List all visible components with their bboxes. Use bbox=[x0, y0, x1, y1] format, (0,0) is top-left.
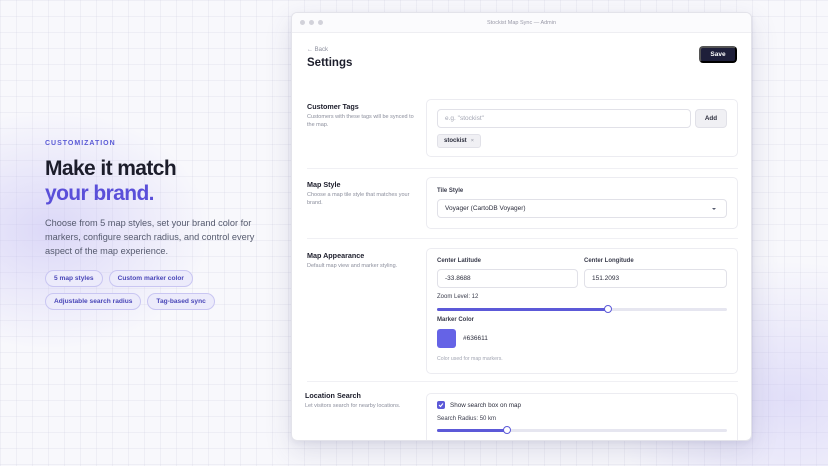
hero-section: CUSTOMIZATION Make it match your brand. … bbox=[45, 140, 265, 310]
page-title: Settings bbox=[307, 57, 353, 69]
slider-thumb[interactable] bbox=[502, 426, 511, 434]
tag-input[interactable]: e.g. "stockist" bbox=[437, 109, 691, 128]
zoom-level-label: Zoom Level: 12 bbox=[437, 294, 479, 300]
window-minimize-dot[interactable] bbox=[309, 20, 314, 25]
section-label: Map Style bbox=[307, 180, 341, 189]
customer-tags-card: e.g. "stockist" Add stockist × bbox=[426, 99, 738, 157]
marker-color-swatch[interactable] bbox=[437, 329, 456, 348]
map-style-card: Tile Style Voyager (CartoDB Voyager) bbox=[426, 177, 738, 229]
lead-paragraph: Choose from 5 map styles, set your brand… bbox=[45, 218, 255, 256]
show-search-label: Show search box on map bbox=[450, 402, 522, 409]
slider-fill bbox=[437, 429, 507, 432]
center-longitude-label: Center Longitude bbox=[584, 258, 634, 264]
location-search-card: Show search box on map Search Radius: 50… bbox=[426, 393, 738, 440]
marker-color-hint: Color used for map markers. bbox=[437, 356, 503, 362]
window-title: Stockist Map Sync — Admin bbox=[486, 19, 557, 26]
add-tag-button[interactable]: Add bbox=[695, 109, 727, 128]
window-close-dot[interactable] bbox=[300, 20, 305, 25]
section-divider bbox=[307, 238, 738, 239]
tile-style-value: Voyager (CartoDB Voyager) bbox=[445, 205, 526, 212]
section-description: Customer Tags Customers with these tags … bbox=[307, 102, 417, 129]
remove-tag-icon[interactable]: × bbox=[471, 138, 474, 144]
section-label: Customer Tags bbox=[307, 102, 359, 111]
window-controls bbox=[300, 20, 323, 25]
headline-line-1: Make it match bbox=[45, 157, 177, 180]
slider-fill bbox=[437, 308, 609, 311]
section-description: Location Search Let visitors search for … bbox=[305, 391, 415, 411]
feature-pill: Custom marker color bbox=[108, 270, 193, 287]
map-appearance-card: Center Latitude -33.8688 Center Longitud… bbox=[426, 248, 738, 374]
marker-color-hex: #636611 bbox=[463, 335, 488, 342]
show-search-checkbox[interactable] bbox=[437, 401, 445, 409]
center-latitude-label: Center Latitude bbox=[437, 258, 482, 264]
tile-style-select[interactable]: Voyager (CartoDB Voyager) bbox=[437, 199, 727, 218]
section-description: Map Appearance Default map view and mark… bbox=[307, 251, 417, 271]
zoom-level-slider[interactable] bbox=[437, 305, 727, 313]
section-help: Choose a map tile style that matches you… bbox=[307, 192, 410, 206]
section-label: Map Appearance bbox=[307, 251, 365, 260]
center-longitude-input[interactable]: 151.2093 bbox=[584, 269, 727, 288]
tag-chip: stockist × bbox=[437, 134, 481, 148]
feature-pill: 5 map styles bbox=[45, 270, 103, 287]
tag-chip-label: stockist bbox=[444, 138, 467, 144]
search-radius-slider[interactable] bbox=[437, 426, 727, 434]
window-titlebar: Stockist Map Sync — Admin bbox=[292, 13, 751, 33]
feature-pills: 5 map styles Custom marker color Adjusta… bbox=[45, 270, 230, 310]
window-zoom-dot[interactable] bbox=[318, 20, 323, 25]
slider-thumb[interactable] bbox=[604, 305, 613, 313]
app-window: Stockist Map Sync — Admin ← Back Setting… bbox=[291, 12, 752, 441]
feature-pill: Tag-based sync bbox=[147, 293, 215, 310]
check-icon bbox=[438, 403, 444, 408]
marker-color-label: Marker Color bbox=[437, 317, 475, 323]
eyebrow-label: CUSTOMIZATION bbox=[45, 140, 116, 147]
section-description: Map Style Choose a map tile style that m… bbox=[307, 180, 417, 207]
save-button[interactable]: Save bbox=[699, 46, 737, 63]
headline: Make it match your brand. bbox=[45, 156, 265, 206]
feature-pill: Adjustable search radius bbox=[45, 293, 142, 310]
section-label: Location Search bbox=[305, 391, 361, 400]
section-help: Let visitors search for nearby locations… bbox=[305, 403, 401, 409]
back-link[interactable]: ← Back bbox=[307, 47, 328, 53]
headline-line-2: your brand. bbox=[45, 182, 155, 205]
section-help: Customers with these tags will be synced… bbox=[307, 114, 414, 128]
chevron-down-icon bbox=[712, 208, 716, 210]
center-latitude-input[interactable]: -33.8688 bbox=[437, 269, 578, 288]
section-help: Default map view and marker styling. bbox=[307, 263, 398, 269]
section-divider bbox=[307, 168, 738, 169]
section-divider bbox=[307, 381, 738, 382]
tile-style-label: Tile Style bbox=[437, 188, 464, 194]
search-radius-label: Search Radius: 50 km bbox=[437, 416, 497, 422]
